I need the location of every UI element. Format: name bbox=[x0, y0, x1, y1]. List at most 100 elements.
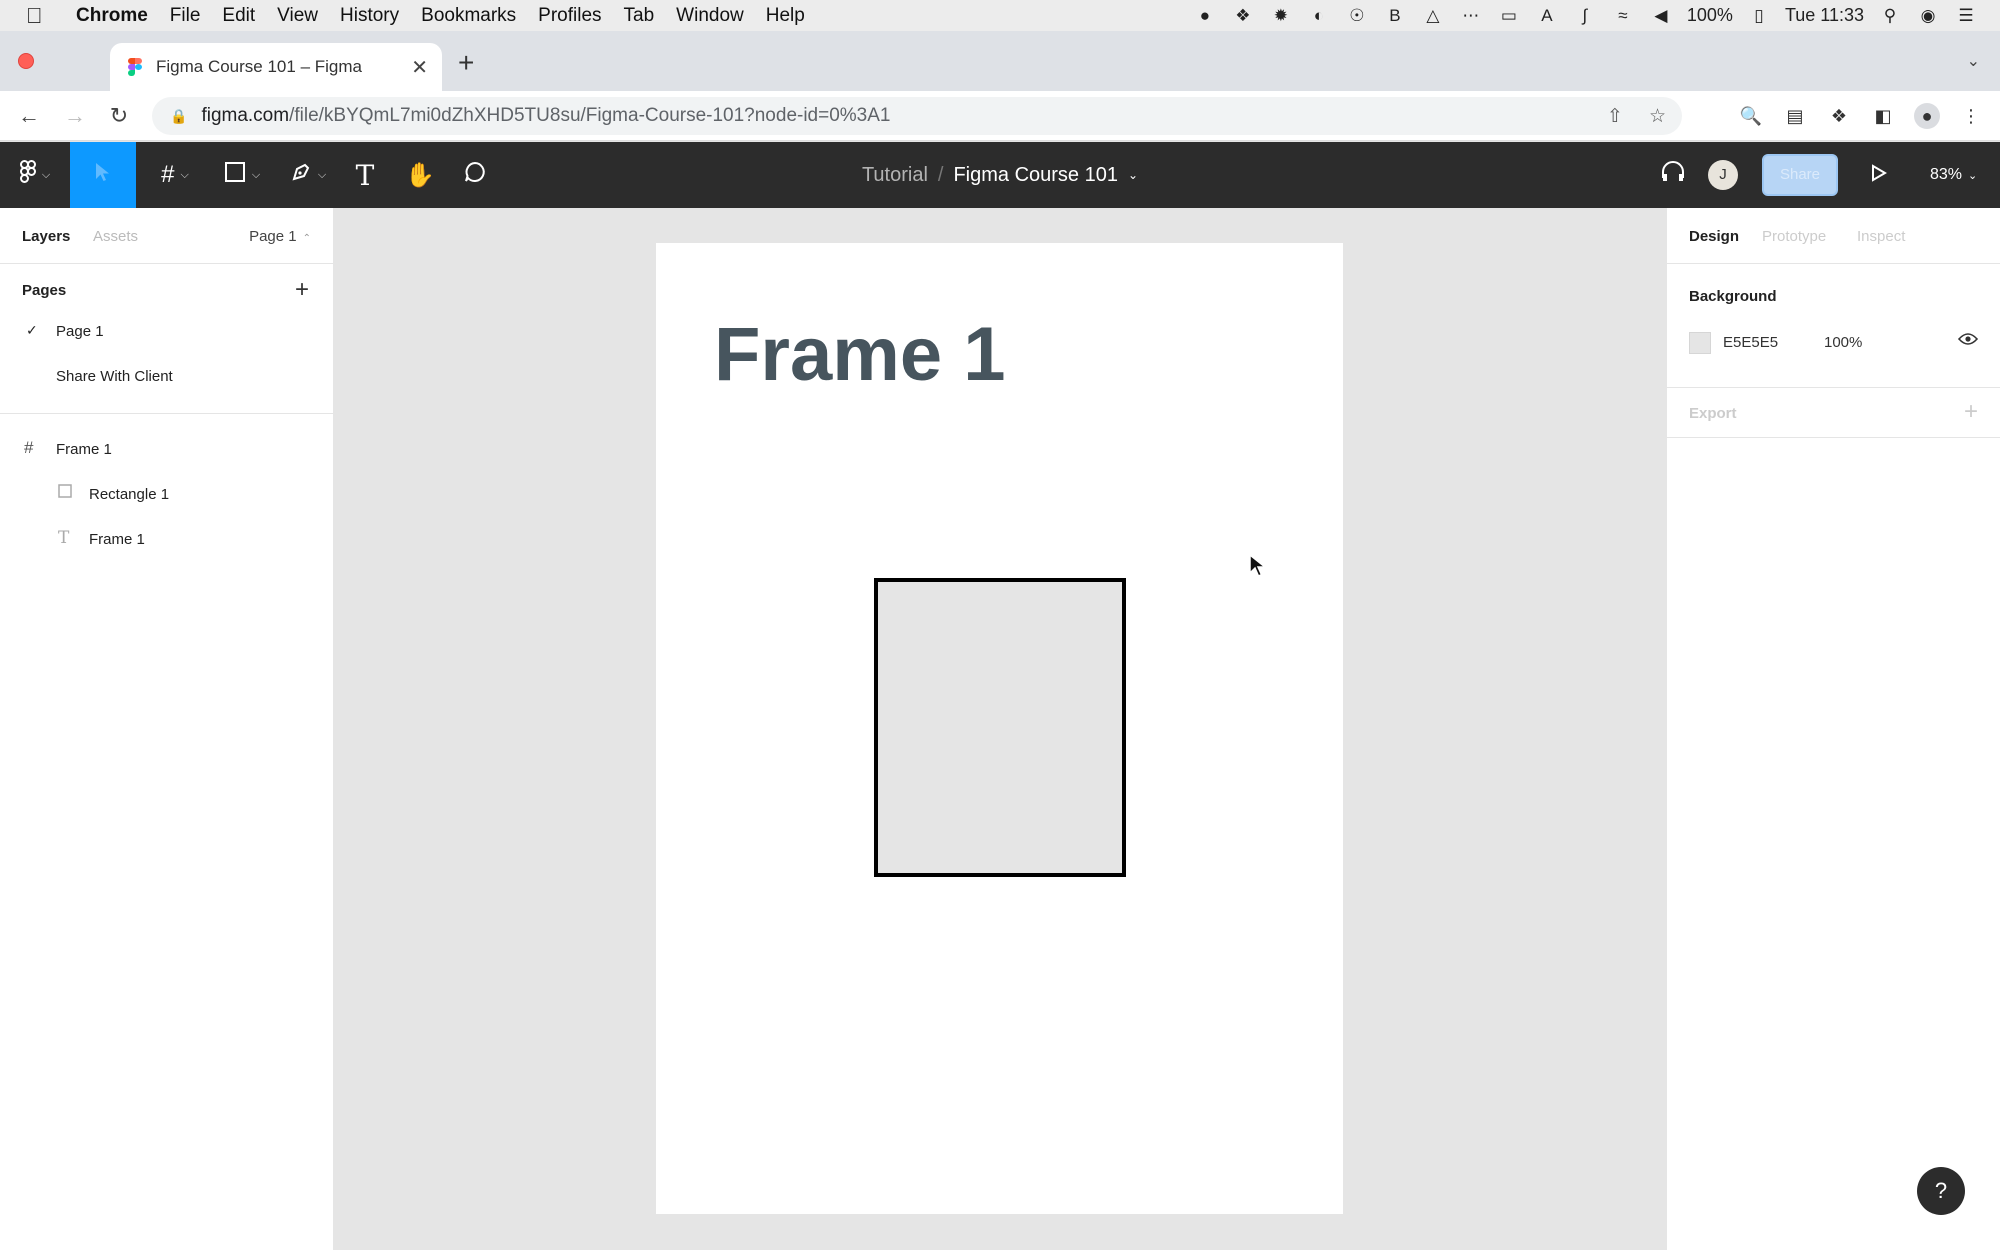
page-switcher[interactable]: Page 1 ⌃ bbox=[249, 228, 311, 245]
play-icon bbox=[1871, 161, 1887, 189]
canvas[interactable]: Frame 1 bbox=[334, 208, 1666, 1250]
siri-icon[interactable]: ◉ bbox=[1916, 6, 1940, 26]
airplay-icon[interactable]: ▭ bbox=[1497, 6, 1521, 26]
battery-icon[interactable]: ▯ bbox=[1747, 6, 1771, 26]
menu-window[interactable]: Window bbox=[676, 5, 744, 27]
status-tray: ● ❖ ✹ ◐ ☉ B △ ⋯ ▭ A ∫ ≈ ◀ 100% ▯ Tue 11:… bbox=[1193, 0, 2000, 31]
tab-close-icon[interactable]: ✕ bbox=[411, 55, 428, 80]
clock[interactable]: Tue 11:33 bbox=[1785, 5, 1864, 26]
help-button[interactable]: ? bbox=[1917, 1167, 1965, 1215]
browser-toolbar: ← → ↻ 🔒 figma.com/file/kBYQmL7mi0dZhXHD5… bbox=[0, 91, 2000, 141]
add-page-icon[interactable]: + bbox=[295, 276, 309, 304]
tab-design[interactable]: Design bbox=[1689, 228, 1739, 245]
menu-view[interactable]: View bbox=[277, 5, 318, 27]
creative-cloud-icon[interactable]: ● bbox=[1193, 6, 1217, 26]
layer-text-frame-1[interactable]: T Frame 1 bbox=[0, 516, 333, 561]
frame-heading-text[interactable]: Frame 1 bbox=[714, 311, 1006, 398]
tab-title: Figma Course 101 – Figma bbox=[156, 57, 362, 76]
lock-icon[interactable]: 🔒 bbox=[170, 108, 187, 125]
window-close-button[interactable] bbox=[18, 53, 34, 69]
puzzle-extensions-icon[interactable]: ❖ bbox=[1826, 103, 1852, 129]
input-source-icon[interactable]: A bbox=[1535, 6, 1559, 26]
side-panel-icon[interactable]: ◧ bbox=[1870, 103, 1896, 129]
menu-profiles[interactable]: Profiles bbox=[538, 5, 601, 27]
macos-menu-bar:  Chrome File Edit View History Bookmark… bbox=[0, 0, 2000, 31]
menu-edit[interactable]: Edit bbox=[222, 5, 255, 27]
tab-inspect[interactable]: Inspect bbox=[1857, 228, 1905, 245]
background-opacity-input[interactable]: 100% bbox=[1824, 334, 1862, 351]
dropbox-icon[interactable]: ❖ bbox=[1231, 6, 1255, 26]
frame-1[interactable]: Frame 1 bbox=[656, 243, 1343, 1214]
bluetooth-icon[interactable]: ∫ bbox=[1573, 6, 1597, 26]
menu-tab[interactable]: Tab bbox=[624, 5, 655, 27]
reload-icon[interactable]: ↻ bbox=[104, 101, 134, 131]
page-item-share-with-client[interactable]: Share With Client bbox=[0, 353, 333, 398]
volume-icon[interactable]: ◀ bbox=[1649, 6, 1673, 26]
page-item-label: Share With Client bbox=[56, 368, 173, 385]
frame-icon: # bbox=[24, 438, 34, 457]
tab-assets[interactable]: Assets bbox=[93, 228, 138, 245]
browser-tab-figma[interactable]: Figma Course 101 – Figma ✕ bbox=[110, 43, 442, 91]
pages-divider bbox=[0, 398, 333, 414]
menu-file[interactable]: File bbox=[170, 5, 201, 27]
menu-app-name[interactable]: Chrome bbox=[76, 5, 148, 27]
password-manager-icon[interactable]: ☉ bbox=[1345, 6, 1369, 26]
chevron-down-icon[interactable]: ⌄ bbox=[1128, 168, 1138, 182]
background-section: Background E5E5E5 100% bbox=[1667, 264, 2000, 388]
layer-frame-1[interactable]: # Frame 1 bbox=[0, 426, 333, 471]
file-name[interactable]: Figma Course 101 bbox=[953, 164, 1118, 187]
file-breadcrumb: Tutorial / Figma Course 101 ⌄ bbox=[0, 142, 2000, 208]
profile-avatar-icon[interactable]: ● bbox=[1914, 103, 1940, 129]
page-item-page-1[interactable]: ✓ Page 1 bbox=[0, 308, 333, 353]
rectangle-icon bbox=[58, 483, 72, 503]
zoom-menu[interactable]: 83% ⌄ bbox=[1930, 142, 1977, 208]
background-hex-input[interactable]: E5E5E5 bbox=[1723, 334, 1778, 351]
control-center-icon[interactable]: ☰ bbox=[1954, 6, 1978, 26]
export-section: Export + bbox=[1667, 388, 2000, 438]
forward-arrow-icon[interactable]: → bbox=[60, 101, 90, 131]
lookup-extension-icon[interactable]: 🔍 bbox=[1738, 103, 1764, 129]
menu-bookmarks[interactable]: Bookmarks bbox=[421, 5, 516, 27]
zoom-level: 83% bbox=[1930, 166, 1963, 183]
back-arrow-icon[interactable]: ← bbox=[14, 101, 44, 131]
bookmark-star-icon[interactable]: ☆ bbox=[1649, 105, 1666, 128]
menu-history[interactable]: History bbox=[340, 5, 399, 27]
backup-icon[interactable]: ◐ bbox=[1307, 6, 1331, 26]
battery-percent[interactable]: 100% bbox=[1687, 5, 1733, 26]
menu-help[interactable]: Help bbox=[766, 5, 805, 27]
tab-prototype[interactable]: Prototype bbox=[1762, 228, 1826, 245]
layer-label: Frame 1 bbox=[89, 531, 145, 548]
layer-rectangle-1[interactable]: Rectangle 1 bbox=[0, 471, 333, 516]
visibility-eye-icon[interactable] bbox=[1957, 330, 1979, 351]
share-button[interactable]: Share bbox=[1762, 154, 1838, 196]
new-extension-icon[interactable]: ▤ bbox=[1782, 103, 1808, 129]
drive-icon[interactable]: △ bbox=[1421, 6, 1445, 26]
user-avatar[interactable]: J bbox=[1708, 160, 1738, 190]
text-icon: T bbox=[58, 528, 70, 548]
breadcrumb-separator: / bbox=[937, 163, 944, 186]
present-button[interactable] bbox=[1864, 142, 1894, 208]
background-color-swatch[interactable] bbox=[1689, 332, 1711, 354]
pages-header: Pages + bbox=[0, 264, 333, 308]
tab-layers[interactable]: Layers bbox=[22, 228, 70, 245]
team-name[interactable]: Tutorial bbox=[862, 164, 928, 187]
apple-icon[interactable]:  bbox=[26, 3, 64, 29]
new-tab-button[interactable]: + bbox=[458, 49, 474, 77]
figma-favicon-icon bbox=[128, 58, 142, 76]
chevron-down-icon: ⌄ bbox=[1968, 169, 1978, 182]
background-label: Background bbox=[1689, 288, 1777, 305]
gear-icon[interactable]: ✹ bbox=[1269, 6, 1293, 26]
wifi-icon[interactable]: ≈ bbox=[1611, 6, 1635, 26]
spotlight-search-icon[interactable]: ⚲ bbox=[1878, 6, 1902, 26]
address-bar[interactable]: 🔒 figma.com/file/kBYQmL7mi0dZhXHD5TU8su/… bbox=[152, 97, 1682, 135]
tab-search-chevron-icon[interactable]: ⌄ bbox=[1967, 51, 1980, 71]
loading-icon[interactable]: ⋯ bbox=[1459, 6, 1483, 26]
figma-toolbar: ⌵ # ⌵ ⌵ ⌵ T ✋ Tutorial / Figma Course 101… bbox=[0, 142, 2000, 208]
bi-app-icon[interactable]: B bbox=[1383, 6, 1407, 26]
share-page-icon[interactable]: ⇧ bbox=[1607, 105, 1623, 128]
rectangle-1[interactable] bbox=[874, 578, 1126, 877]
kebab-menu-icon[interactable]: ⋮ bbox=[1958, 103, 1984, 129]
add-export-icon[interactable]: + bbox=[1964, 398, 1978, 426]
export-label: Export bbox=[1689, 405, 1737, 422]
audio-chat-button[interactable] bbox=[1656, 142, 1690, 208]
